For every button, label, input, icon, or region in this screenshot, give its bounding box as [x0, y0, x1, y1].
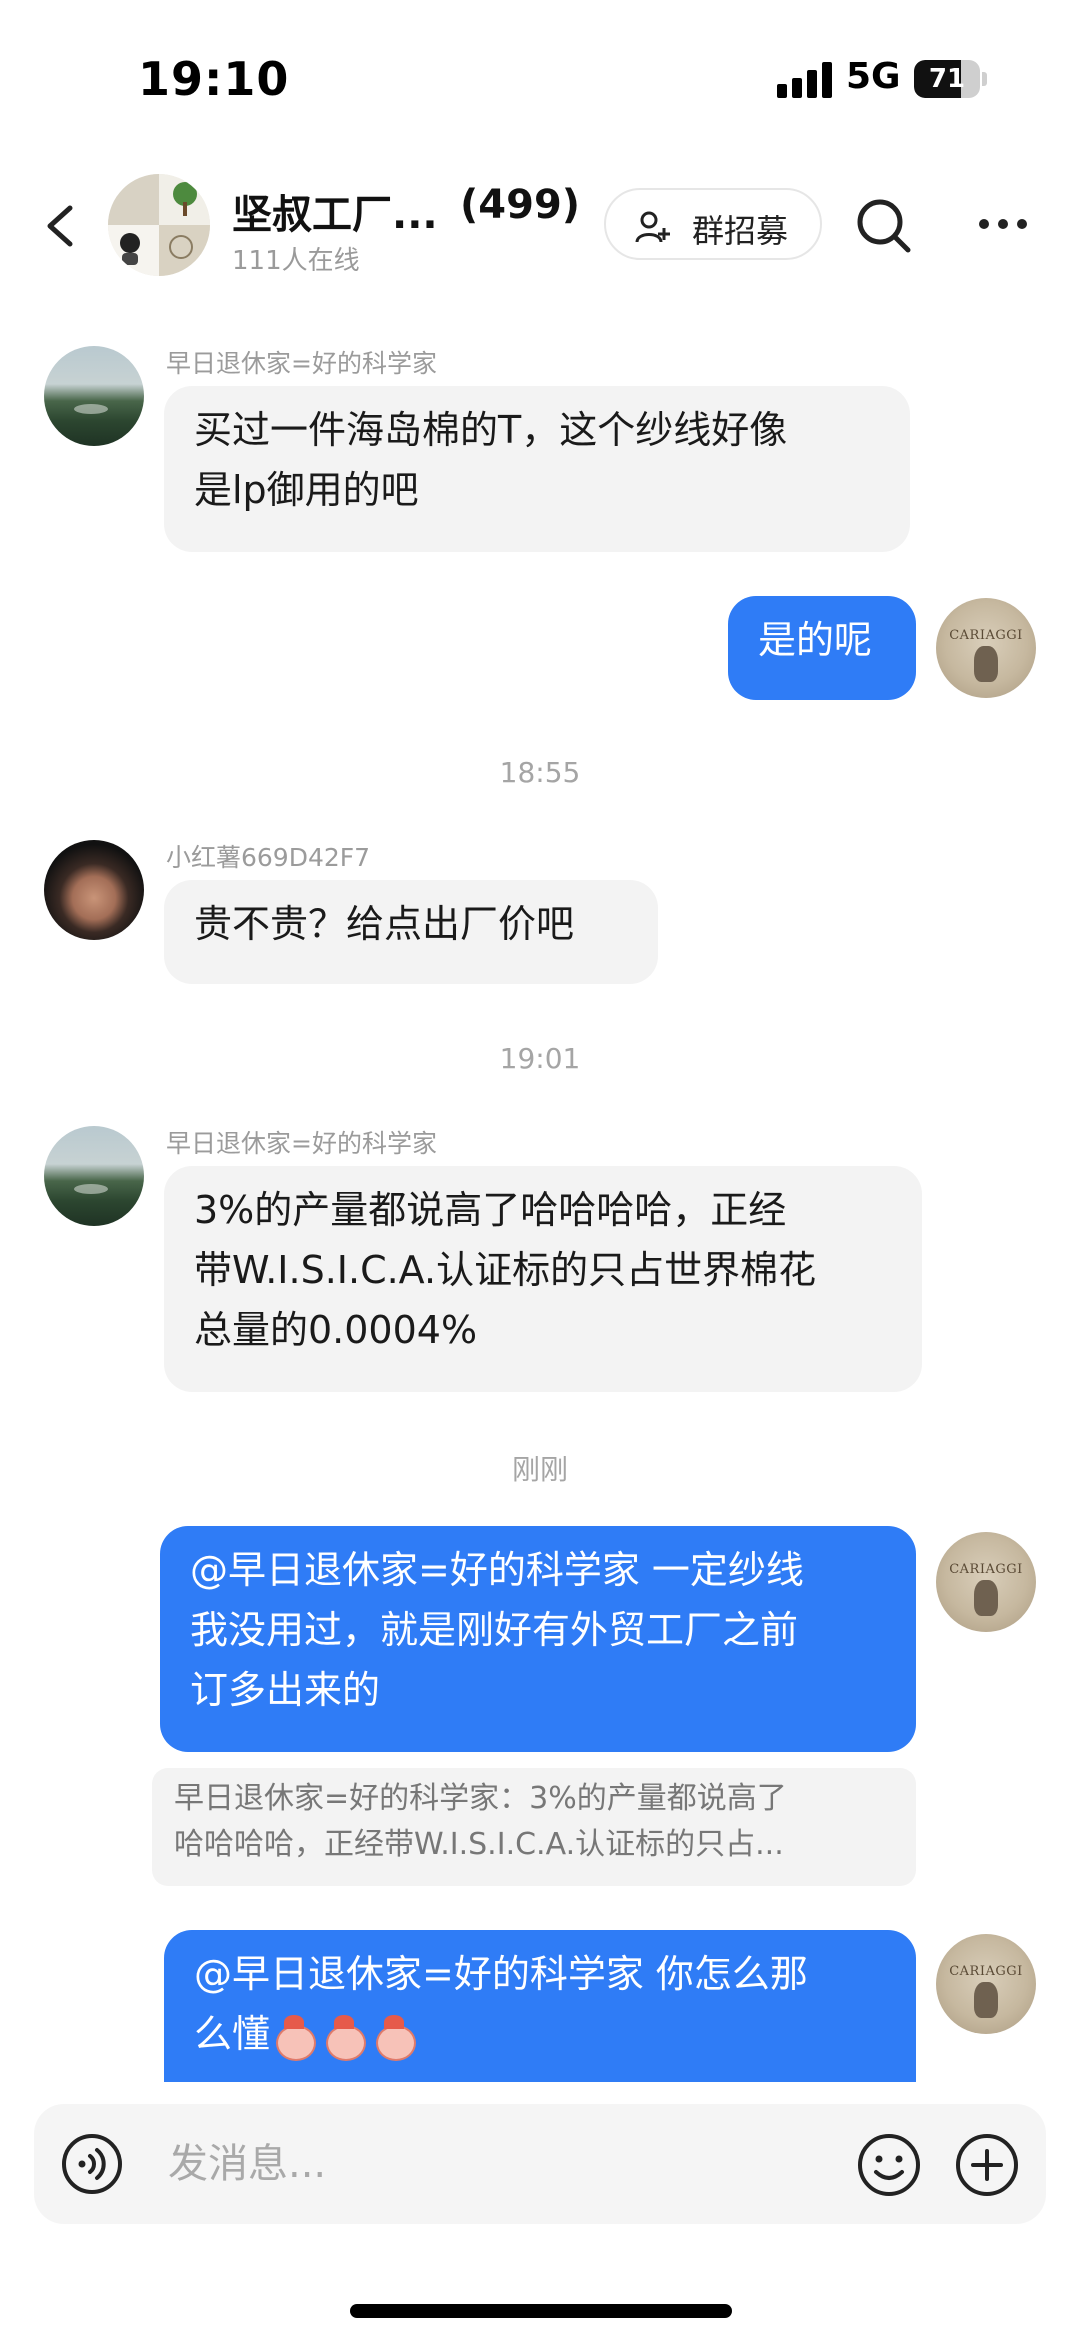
message-bubble[interactable]: 贵不贵？给点出厂价吧	[164, 880, 658, 984]
message-line: 我没用过，就是刚好有外贸工厂之前	[190, 1608, 799, 1652]
message-line: 3%的产量都说高了哈哈哈哈，正经	[194, 1188, 787, 1232]
cellular-signal-icon	[777, 62, 833, 98]
message-line: @早日退休家=好的科学家 一定纱线	[190, 1548, 804, 1592]
group-recruit-button[interactable]: 群招募	[604, 188, 822, 260]
add-attachment-button[interactable]	[954, 2132, 1020, 2198]
message-bubble[interactable]: 是的呢	[728, 596, 916, 700]
member-count: (499)	[460, 182, 581, 228]
sender-name: 小红薯669D42F7	[166, 843, 371, 872]
avatar[interactable]: CARIAGGI	[936, 1934, 1036, 2034]
avatar-tile	[159, 225, 210, 276]
message-input-bar	[34, 2104, 1046, 2224]
chat-header: 坚叔工厂... (499) 111人在线 群招募	[0, 160, 1080, 290]
status-bar: 19:10 5G 71	[0, 0, 1080, 150]
crying-bunny-emoji-icon	[370, 2014, 418, 2061]
sender-name: 早日退休家=好的科学家	[166, 1129, 437, 1158]
message-line: @早日退休家=好的科学家 你怎么那	[194, 1952, 808, 1996]
search-button[interactable]	[854, 196, 914, 256]
message-bubble[interactable]: 买过一件海岛棉的T，这个纱线好像 是lp御用的吧	[164, 386, 910, 552]
message-line: 总量的0.0004%	[194, 1308, 478, 1352]
add-user-icon	[635, 211, 670, 243]
message-bubble[interactable]: @早日退休家=好的科学家 一定纱线 我没用过，就是刚好有外贸工厂之前 订多出来的	[160, 1526, 916, 1752]
avatar[interactable]	[44, 1126, 144, 1226]
voice-button[interactable]	[60, 2132, 124, 2196]
home-indicator[interactable]	[350, 2304, 732, 2318]
message-line: 贵不贵？给点出厂价吧	[194, 902, 575, 946]
quote-line: 早日退休家=好的科学家：3%的产量都说高了	[174, 1781, 787, 1816]
tree-icon	[173, 182, 197, 216]
more-button[interactable]	[976, 204, 1030, 244]
pinecone-icon	[974, 646, 998, 682]
timestamp: 18:55	[499, 756, 581, 789]
emoji-button[interactable]	[856, 2132, 922, 2198]
message-line: 带W.I.S.I.C.A.认证标的只占世界棉花	[194, 1248, 817, 1292]
pinecone-icon	[974, 1580, 998, 1616]
avatar-brand-text: CARIAGGI	[949, 628, 1023, 643]
avatar[interactable]	[44, 346, 144, 446]
online-count: 111人在线	[232, 246, 360, 276]
battery-tip	[982, 72, 987, 86]
avatar-brand-text: CARIAGGI	[949, 1562, 1023, 1577]
pinecone-icon	[974, 1982, 998, 2018]
message-line-with-emoji: 么懂	[194, 2004, 886, 2064]
plus-icon	[956, 2134, 1018, 2196]
smiley-icon	[858, 2134, 920, 2196]
search-icon	[857, 199, 911, 253]
group-avatar[interactable]	[108, 174, 210, 276]
quote-line: 哈哈哈哈，正经带W.I.S.I.C.A.认证标的只占...	[174, 1827, 784, 1862]
avatar[interactable]: CARIAGGI	[936, 1532, 1036, 1632]
quoted-message[interactable]: 早日退休家=好的科学家：3%的产量都说高了 哈哈哈哈，正经带W.I.S.I.C.…	[152, 1768, 916, 1886]
avatar[interactable]	[44, 840, 144, 940]
sender-name: 早日退休家=好的科学家	[166, 349, 437, 378]
group-name[interactable]: 坚叔工厂...	[232, 182, 438, 240]
crying-bunny-emoji-icon	[320, 2014, 368, 2061]
message-bubble[interactable]: @早日退休家=好的科学家 你怎么那 么懂	[164, 1930, 916, 2082]
network-type: 5G	[846, 56, 901, 97]
avatar-brand-text: CARIAGGI	[949, 1964, 1023, 1979]
message-line: 是lp御用的吧	[194, 468, 419, 512]
avatar-tile	[159, 174, 210, 225]
chevron-left-icon	[47, 205, 73, 247]
group-recruit-label: 群招募	[692, 212, 789, 250]
message-line: 么懂	[194, 2012, 271, 2056]
crying-bunny-emoji-icon	[270, 2014, 318, 2061]
voice-icon	[62, 2134, 122, 2194]
battery-icon: 71	[914, 60, 980, 98]
avatar[interactable]: CARIAGGI	[936, 598, 1036, 698]
figure-icon	[120, 233, 140, 265]
timestamp: 19:01	[499, 1042, 581, 1075]
more-dots-icon	[979, 219, 1027, 229]
avatar-tile	[108, 225, 159, 276]
message-line: 买过一件海岛棉的T，这个纱线好像	[194, 408, 788, 452]
sketch-icon	[169, 235, 193, 259]
message-line: 订多出来的	[190, 1668, 381, 1712]
message-bubble[interactable]: 3%的产量都说高了哈哈哈哈，正经 带W.I.S.I.C.A.认证标的只占世界棉花…	[164, 1166, 922, 1392]
message-input[interactable]	[168, 2138, 868, 2190]
status-time: 19:10	[138, 52, 290, 106]
avatar-tile	[108, 174, 159, 225]
message-line: 是的呢	[758, 618, 873, 662]
battery-percent: 71	[928, 64, 966, 94]
back-button[interactable]	[36, 196, 86, 256]
timestamp: 刚刚	[511, 1453, 568, 1486]
